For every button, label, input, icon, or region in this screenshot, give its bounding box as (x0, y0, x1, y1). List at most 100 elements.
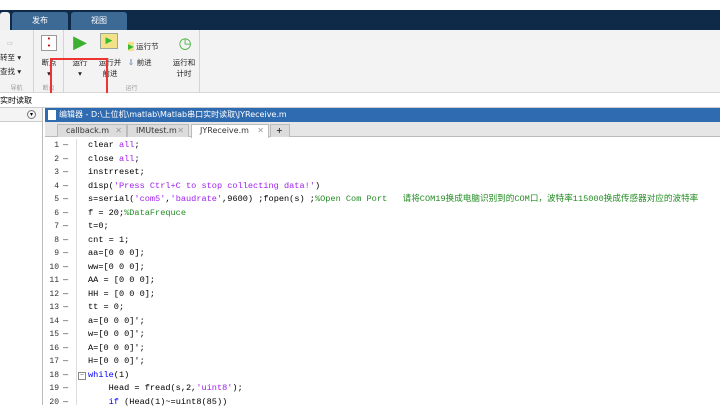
tab-callback[interactable]: callback.m✕ (57, 124, 127, 137)
breakpoint-marker[interactable]: — (63, 153, 68, 167)
code-line[interactable]: 14 — a=[0 0 0]'; (45, 315, 720, 329)
code-token: s=serial( (88, 194, 134, 204)
code-line[interactable]: 17—H=[0 0 0]'; (45, 355, 720, 369)
tab-editor[interactable] (0, 12, 10, 30)
code-text: HH = [0 0 0]; (88, 288, 155, 302)
breakpoint-marker[interactable]: — (63, 382, 68, 396)
close-icon[interactable]: ✕ (115, 125, 122, 137)
line-number: 2 (45, 153, 59, 167)
breakpoint-marker[interactable]: — (63, 288, 68, 302)
code-line[interactable]: 20— if (Head(1)~=uint8(85)) (45, 396, 720, 409)
tab-jyreceive[interactable]: JYReceive.m✕ (191, 124, 269, 138)
code-line[interactable]: 18 — −while(1) (45, 369, 720, 383)
code-text: Head = fread(s,2,'uint8'); (88, 382, 243, 396)
code-line[interactable]: 16—A=[0 0 0]'; (45, 342, 720, 356)
line-number: 12 (45, 288, 59, 302)
breakpoint-marker[interactable]: — (63, 328, 68, 342)
code-line[interactable]: 9—aa=[0 0 0]; (45, 247, 720, 261)
breakpoint-marker[interactable]: — (63, 180, 68, 194)
code-token: clear (88, 140, 119, 150)
close-icon[interactable]: ✕ (257, 125, 264, 137)
line-number: 7 (45, 220, 59, 234)
breakpoint-marker[interactable]: — (63, 301, 68, 315)
line-number: 9 (45, 247, 59, 261)
line-number: 8 (45, 234, 59, 248)
breakpoint-marker[interactable]: — (63, 369, 68, 383)
add-tab-button[interactable]: + (270, 124, 290, 137)
line-number: 18 (45, 369, 59, 383)
code-line[interactable]: 2—close all; (45, 153, 720, 167)
nav-group-label: 导航 (0, 83, 33, 92)
breakpoint-marker[interactable]: — (63, 315, 68, 329)
line-number: 14 (45, 315, 59, 329)
tab-publish[interactable]: 发布 (12, 12, 68, 30)
breakpoint-marker[interactable]: — (63, 342, 68, 356)
code-line[interactable]: 12 — HH = [0 0 0]; (45, 288, 720, 302)
breakpoint-marker[interactable]: — (63, 396, 68, 409)
breakpoint-marker[interactable]: — (63, 220, 68, 234)
code-line[interactable]: 11—AA = [0 0 0]; (45, 274, 720, 288)
code-line[interactable]: 3—instrreset; (45, 166, 720, 180)
code-text: while(1) (88, 369, 129, 383)
run-section-button[interactable]: ▶ 运行节 (128, 41, 168, 52)
code-line[interactable]: 13—tt = 0; (45, 301, 720, 315)
panel-menu-icon[interactable]: ▾ (27, 110, 36, 119)
code-token: (1) (114, 370, 129, 380)
code-line[interactable]: 7—t=0; (45, 220, 720, 234)
code-token: 'baudrate' (171, 194, 223, 204)
advance-button[interactable]: ⇩ 前进 (128, 57, 168, 68)
line-number: 15 (45, 328, 59, 342)
code-line[interactable]: 8—cnt = 1; (45, 234, 720, 248)
code-text: clear all; (88, 139, 140, 153)
tab-view[interactable]: 视图 (71, 12, 127, 30)
code-token: all (119, 154, 134, 164)
address-bar[interactable]: 实时读取 (0, 93, 720, 108)
breakpoint-marker[interactable]: — (63, 166, 68, 180)
code-line[interactable]: 5—s=serial('com5','baudrate',9600) ;fope… (45, 193, 720, 207)
code-line[interactable]: 15 — w=[0 0 0]'; (45, 328, 720, 342)
code-text: s=serial('com5','baudrate',9600) ;fopen(… (88, 193, 698, 207)
code-line[interactable]: 1—clear all; (45, 139, 720, 153)
fold-icon[interactable]: − (78, 372, 86, 380)
code-text: ww=[0 0 0]; (88, 261, 145, 275)
code-token: ; (134, 140, 139, 150)
code-token: w=[0 0 0]'; (88, 329, 145, 339)
editor-title-bar: 编辑器 - D:\上位机\matlab\Matlab串口实时读取\JYRecei… (45, 108, 720, 122)
run-section-icon: ▶ (128, 42, 134, 51)
line-number: 13 (45, 301, 59, 315)
code-text: a=[0 0 0]'; (88, 315, 145, 329)
breakpoint-marker[interactable]: — (63, 139, 68, 153)
breakpoint-marker[interactable]: — (63, 207, 68, 221)
editor-icon (48, 110, 56, 120)
code-token: if (109, 397, 119, 407)
code-token: ); (232, 383, 242, 393)
code-text: w=[0 0 0]'; (88, 328, 145, 342)
code-token: 'Press Ctrl+C to stop collecting data!' (114, 181, 315, 191)
code-line[interactable]: 10—ww=[0 0 0]; (45, 261, 720, 275)
ribbon: ⇨ 转至 ▾ 查找 ▾ 导航 •• 断点▾ 断点 ▶ 运行▾ ▶ 运行并 前进 … (0, 30, 720, 93)
line-number: 3 (45, 166, 59, 180)
code-line[interactable]: 6—f = 20;%DataFrequce (45, 207, 720, 221)
line-number: 11 (45, 274, 59, 288)
breakpoint-marker[interactable]: — (63, 261, 68, 275)
breakpoint-marker[interactable]: — (63, 247, 68, 261)
breakpoint-marker[interactable]: — (63, 355, 68, 369)
code-token: a=[0 0 0]'; (88, 316, 145, 326)
tab-imutest[interactable]: IMUtest.m✕ (127, 124, 189, 137)
find-button[interactable]: 查找 ▾ (0, 66, 30, 77)
code-area[interactable]: 1—clear all;2—close all;3—instrreset;4—d… (45, 139, 720, 409)
line-number: 6 (45, 207, 59, 221)
goto-button[interactable]: 转至 ▾ (0, 52, 30, 63)
ribbon-tab-bar: 发布 视图 (0, 10, 720, 30)
breakpoint-marker[interactable]: — (63, 234, 68, 248)
run-and-time-button[interactable]: 运行和 计时 (168, 57, 200, 79)
editor-tabs: callback.m✕ IMUtest.m✕ JYReceive.m✕ + (45, 122, 720, 137)
code-line[interactable]: 4—disp('Press Ctrl+C to stop collecting … (45, 180, 720, 194)
code-token (88, 397, 109, 407)
run-and-time-icon: ◷ (174, 33, 196, 53)
breakpoint-marker[interactable]: — (63, 193, 68, 207)
breakpoint-marker[interactable]: — (63, 274, 68, 288)
close-icon[interactable]: ✕ (177, 125, 184, 137)
code-line[interactable]: 19— Head = fread(s,2,'uint8'); (45, 382, 720, 396)
code-token: 'uint8' (196, 383, 232, 393)
